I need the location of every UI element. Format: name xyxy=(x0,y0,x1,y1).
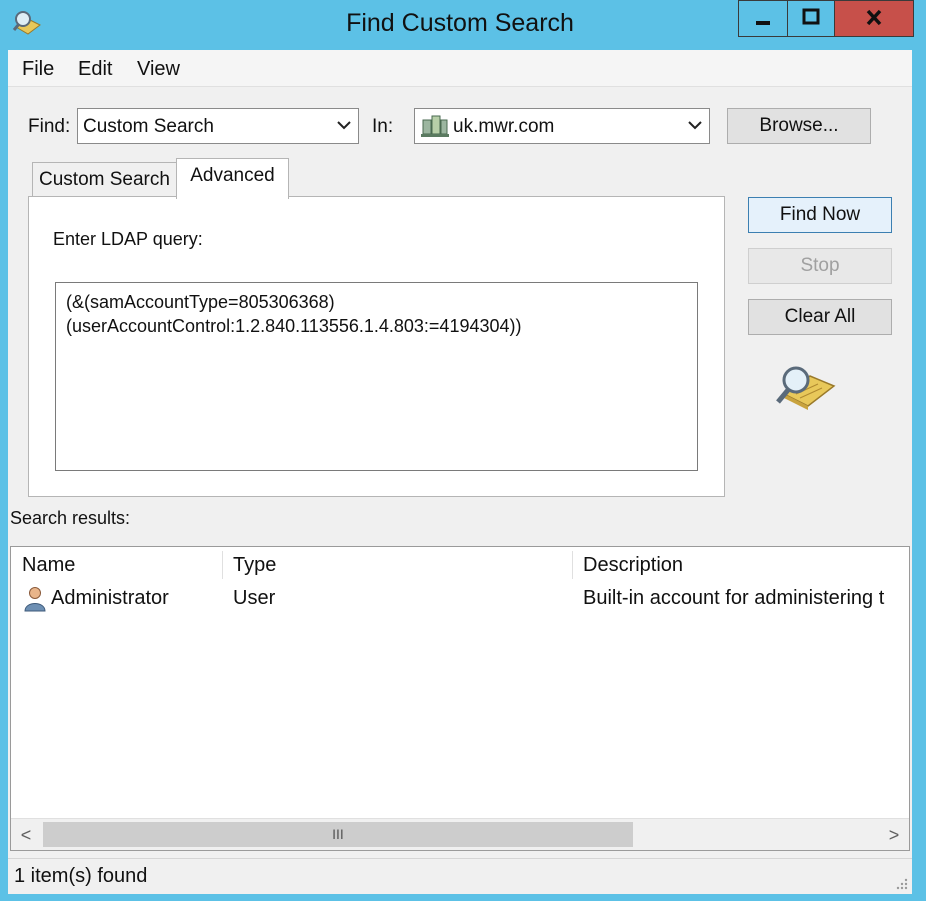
ldap-query-line-2: (userAccountControl:1.2.840.113556.1.4.8… xyxy=(66,316,522,336)
stop-button[interactable]: Stop xyxy=(748,248,892,284)
horizontal-scrollbar[interactable]: < III > xyxy=(11,818,909,850)
result-name: Administrator xyxy=(51,587,169,609)
menu-view[interactable]: View xyxy=(137,58,180,81)
scroll-left-button[interactable]: < xyxy=(11,819,41,850)
find-now-button[interactable]: Find Now xyxy=(748,197,892,233)
minimize-icon xyxy=(756,21,770,25)
scrollbar-thumb[interactable]: III xyxy=(43,822,633,847)
status-bar: 1 item(s) found xyxy=(8,858,912,894)
dialog-client-area: File Edit View Find: Custom Search In: u… xyxy=(8,50,912,894)
result-description: Built-in account for administering t xyxy=(583,587,885,609)
search-location-select[interactable]: uk.mwr.com xyxy=(414,108,710,144)
tab-custom-search[interactable]: Custom Search xyxy=(32,162,177,198)
find-custom-search-window: Find Custom Search File Edit View Find: xyxy=(0,0,926,901)
maximize-icon xyxy=(802,8,820,25)
browse-button[interactable]: Browse... xyxy=(727,108,871,144)
chevron-down-icon xyxy=(688,121,702,130)
ldap-query-line-1: (&(samAccountType=805306368) xyxy=(66,292,335,312)
result-type: User xyxy=(233,587,276,609)
close-icon xyxy=(866,9,882,26)
in-label: In: xyxy=(372,116,394,137)
resize-grip-icon[interactable] xyxy=(894,876,908,890)
menu-bar: File Edit View xyxy=(8,50,912,87)
advanced-tab-panel: Enter LDAP query: (&(samAccountType=8053… xyxy=(28,196,725,497)
find-label: Find: xyxy=(28,116,71,137)
scroll-right-button[interactable]: > xyxy=(879,819,909,850)
minimize-button[interactable] xyxy=(738,0,788,37)
menu-edit[interactable]: Edit xyxy=(78,58,112,81)
user-icon xyxy=(24,587,46,612)
search-results-label: Search results: xyxy=(10,508,131,528)
column-header-description[interactable]: Description xyxy=(572,548,909,582)
close-button[interactable] xyxy=(834,0,914,37)
search-animation-icon xyxy=(776,366,836,410)
column-header-type[interactable]: Type xyxy=(222,548,572,582)
find-type-select[interactable]: Custom Search xyxy=(77,108,359,144)
clear-all-button[interactable]: Clear All xyxy=(748,299,892,335)
ldap-query-label: Enter LDAP query: xyxy=(53,229,203,249)
title-bar[interactable]: Find Custom Search xyxy=(0,0,926,50)
chevron-down-icon xyxy=(337,121,351,130)
search-results-list[interactable]: Name Type Description Administrator User… xyxy=(10,546,910,851)
table-row[interactable]: Administrator User Built-in account for … xyxy=(11,583,909,613)
status-text: 1 item(s) found xyxy=(14,865,148,887)
search-location-value: uk.mwr.com xyxy=(453,116,555,137)
tab-advanced[interactable]: Advanced xyxy=(176,158,289,199)
ldap-query-input[interactable]: (&(samAccountType=805306368) (userAccoun… xyxy=(55,282,698,471)
find-type-value: Custom Search xyxy=(83,116,214,137)
domain-icon xyxy=(421,115,449,137)
maximize-button[interactable] xyxy=(787,0,835,37)
column-header-name[interactable]: Name xyxy=(11,548,221,582)
menu-file[interactable]: File xyxy=(22,58,54,81)
